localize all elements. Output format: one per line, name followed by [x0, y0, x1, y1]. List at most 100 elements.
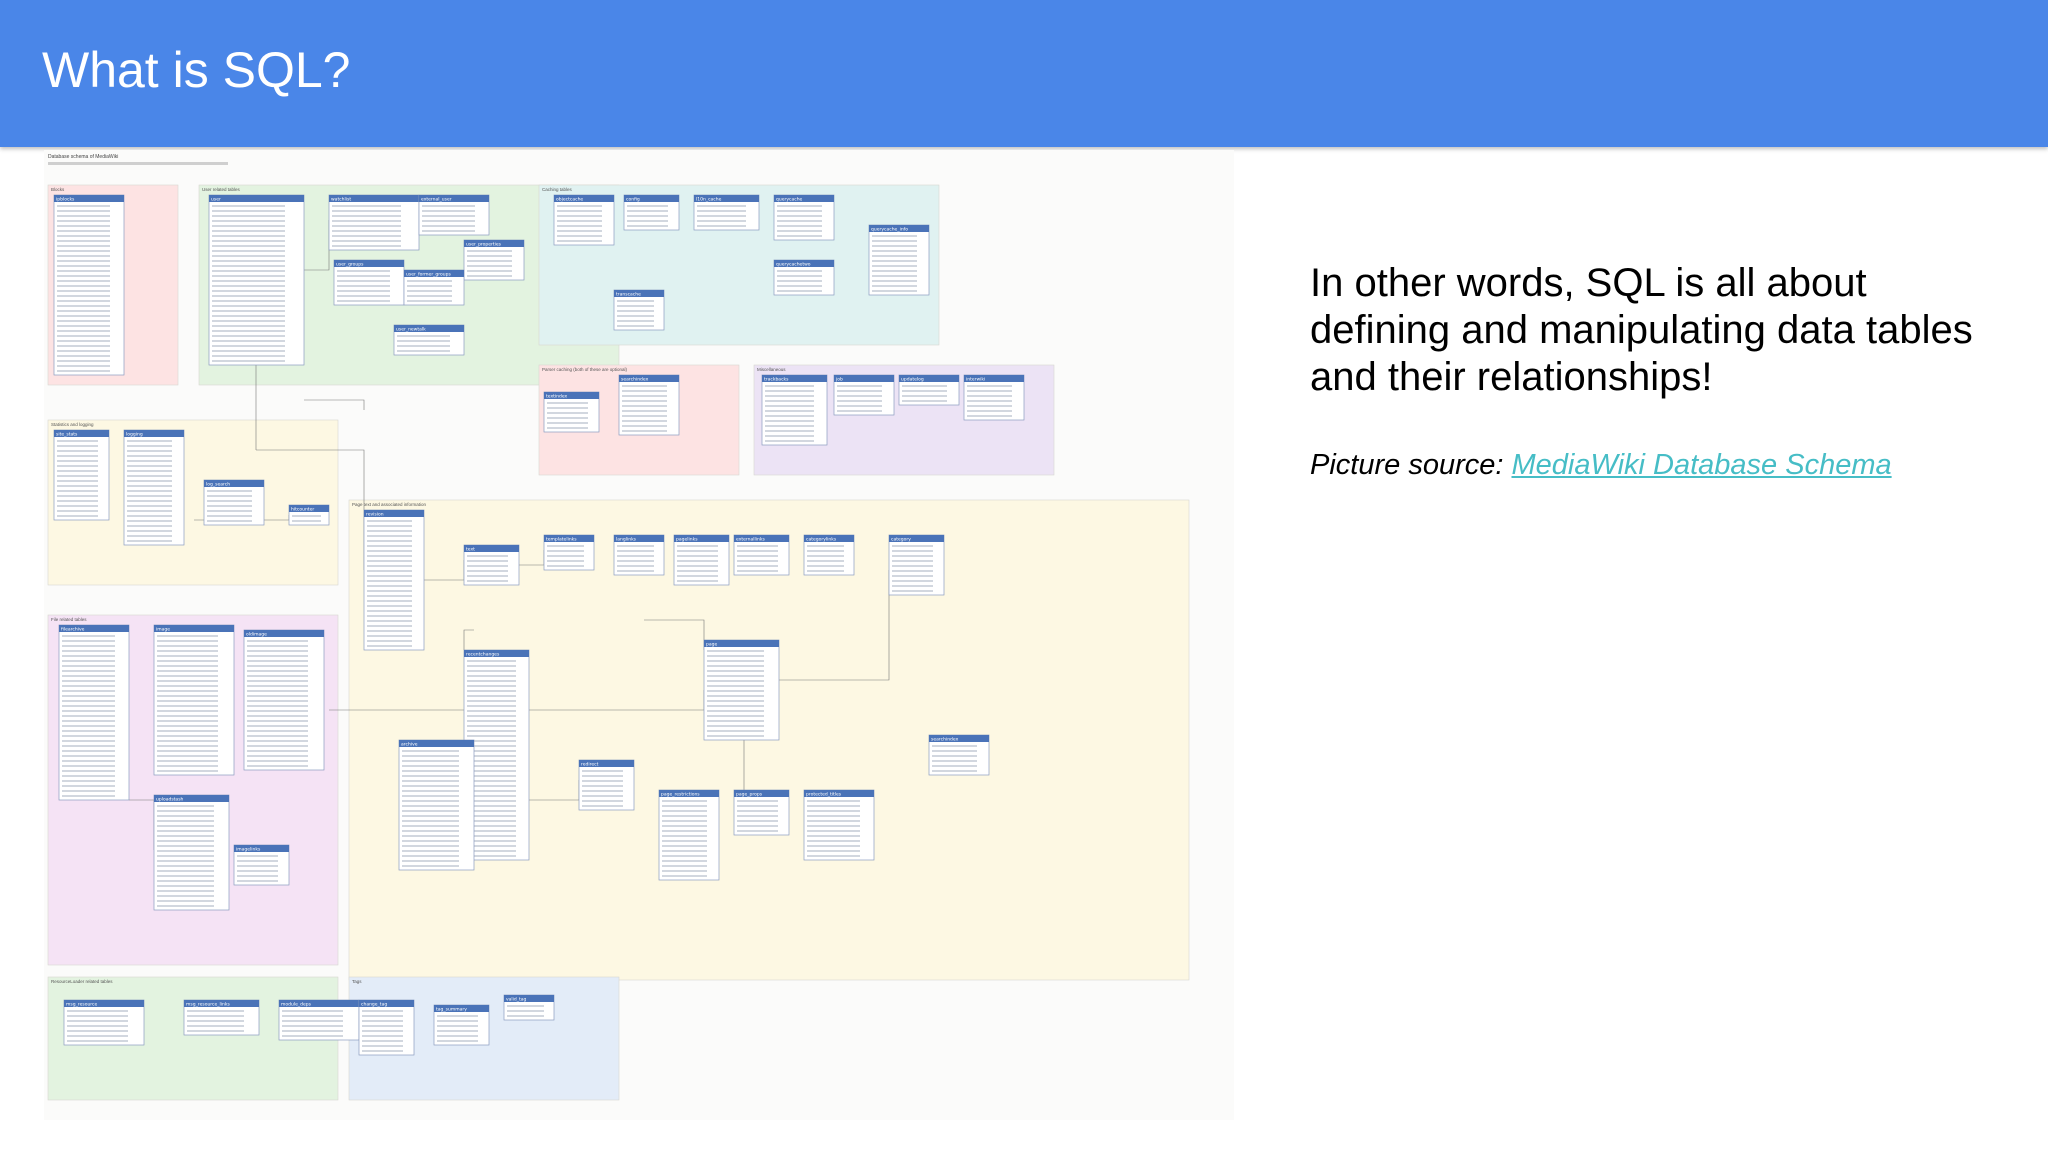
schema-table-text: text	[463, 544, 520, 586]
schema-table-categorylinks: categorylinks	[803, 534, 855, 576]
svg-text:redirect: redirect	[581, 761, 599, 767]
schema-group-label: File related tables	[51, 617, 87, 622]
svg-text:page_props: page_props	[736, 791, 763, 797]
schema-table-externallinks: externallinks	[733, 534, 790, 576]
schema-table-user-properties: user_properties	[463, 239, 525, 281]
svg-text:msg_resource_links: msg_resource_links	[186, 1001, 231, 1007]
schema-header-text: Database schema of MediaWiki	[48, 154, 118, 160]
schema-table-transcache: transcache	[613, 289, 665, 331]
schema-table-external-user: external_user	[418, 194, 490, 236]
schema-table-site-stats: site_stats	[53, 429, 110, 521]
svg-text:valid_tag: valid_tag	[506, 996, 527, 1002]
schema-table-pagelinks: pagelinks	[673, 534, 730, 586]
svg-text:revision: revision	[366, 511, 384, 517]
svg-text:tag_summary: tag_summary	[436, 1006, 467, 1012]
schema-table-valid-tag: valid_tag	[503, 994, 555, 1021]
svg-text:trackbacks: trackbacks	[764, 376, 789, 382]
schema-table-searchindex: searchindex	[618, 374, 680, 436]
schema-table-page-props: page_props	[733, 789, 790, 836]
schema-table-watchlist: watchlist	[328, 194, 420, 251]
svg-text:interwiki: interwiki	[966, 376, 985, 382]
schema-relationship-line	[304, 399, 365, 410]
schema-diagram-image: Database schema of MediaWiki Blocks User …	[44, 150, 1234, 1120]
schema-table-filearchive: filearchive	[58, 624, 130, 801]
schema-table-textindex: textindex	[543, 391, 600, 433]
svg-text:recentchanges: recentchanges	[466, 651, 500, 657]
svg-text:archive: archive	[401, 741, 418, 747]
schema-table-category: category	[888, 534, 945, 596]
svg-text:externallinks: externallinks	[736, 536, 765, 542]
svg-text:config: config	[626, 196, 640, 202]
svg-text:objectcache: objectcache	[556, 196, 583, 202]
schema-table-user-newtalk: user_newtalk	[393, 324, 465, 356]
schema-table-interwiki: interwiki	[963, 374, 1025, 421]
schema-table-archive: archive	[398, 739, 475, 871]
svg-text:user_properties: user_properties	[466, 241, 502, 247]
schema-table-searchindex: searchindex	[928, 734, 990, 776]
schema-table-updatelog: updatelog	[898, 374, 960, 406]
svg-text:msg_resource: msg_resource	[66, 1001, 98, 1007]
svg-text:text: text	[466, 546, 475, 552]
schema-table-templatelinks: templatelinks	[543, 534, 595, 571]
schema-table-objectcache: objectcache	[553, 194, 615, 246]
picture-source: Picture source: MediaWiki Database Schem…	[1310, 445, 1892, 485]
schema-table-msg-resource: msg_resource	[63, 999, 145, 1046]
schema-table-langlinks: langlinks	[613, 534, 665, 576]
schema-group-label: Page text and associated information	[352, 502, 427, 507]
schema-table-ipblocks: ipblocks	[53, 194, 125, 376]
schema-table-redirect: redirect	[578, 759, 635, 811]
slide-title: What is SQL?	[42, 42, 351, 98]
svg-text:textindex: textindex	[546, 393, 568, 399]
schema-table-log-search: log_search	[203, 479, 265, 526]
svg-text:user_newtalk: user_newtalk	[396, 326, 426, 332]
svg-text:logging: logging	[126, 431, 143, 437]
svg-text:change_tag: change_tag	[361, 1001, 387, 1007]
schema-table-logging: logging	[123, 429, 185, 546]
schema-table-querycachetwo: querycachetwo	[773, 259, 835, 296]
svg-text:watchlist: watchlist	[331, 196, 351, 202]
svg-text:templatelinks: templatelinks	[546, 536, 577, 542]
schema-table-change-tag: change_tag	[358, 999, 415, 1056]
svg-text:external_user: external_user	[421, 196, 452, 202]
schema-table-job: job	[833, 374, 895, 416]
svg-text:querycache_info: querycache_info	[871, 226, 908, 232]
source-link[interactable]: MediaWiki Database Schema	[1511, 449, 1891, 481]
svg-text:hitcounter: hitcounter	[291, 506, 314, 512]
svg-text:categorylinks: categorylinks	[806, 536, 837, 542]
svg-text:user_groups: user_groups	[336, 261, 364, 267]
schema-table-config: config	[623, 194, 680, 231]
svg-text:module_deps: module_deps	[281, 1001, 312, 1007]
schema-table-l10n-cache: l10n_cache	[693, 194, 760, 231]
schema-table-oldimage: oldimage	[243, 629, 325, 771]
svg-text:job: job	[835, 376, 843, 382]
schema-table-user-former-groups: user_former_groups	[403, 269, 465, 306]
svg-text:imagelinks: imagelinks	[236, 846, 261, 852]
schema-table-hitcounter: hitcounter	[288, 504, 330, 526]
schema-table-tag-summary: tag_summary	[433, 1004, 490, 1046]
schema-table-page-restrictions: page_restrictions	[658, 789, 720, 881]
schema-group-label: Miscellaneous	[757, 367, 786, 372]
svg-text:protected_titles: protected_titles	[806, 791, 842, 797]
schema-table-imagelinks: imagelinks	[233, 844, 290, 886]
svg-text:uploadstash: uploadstash	[156, 796, 184, 802]
svg-text:pagelinks: pagelinks	[676, 536, 698, 542]
schema-table-module-deps: module_deps	[278, 999, 360, 1041]
schema-table-trackbacks: trackbacks	[761, 374, 828, 446]
svg-text:site_stats: site_stats	[56, 431, 78, 437]
svg-text:category: category	[891, 536, 911, 542]
schema-table-page: page	[703, 639, 780, 741]
schema-table-image: image	[153, 624, 235, 776]
schema-table-querycache-info: querycache_info	[868, 224, 930, 296]
schema-table-user: user	[208, 194, 305, 366]
schema-table-protected-titles: protected_titles	[803, 789, 875, 861]
svg-text:transcache: transcache	[616, 291, 641, 297]
schema-group-label: Tags	[352, 979, 362, 984]
schema-group-label: User related tables	[202, 187, 241, 192]
schema-group-label: Caching tables	[542, 187, 573, 192]
schema-table-revision: revision	[363, 509, 425, 651]
svg-text:searchindex: searchindex	[621, 376, 649, 382]
svg-text:querycachetwo: querycachetwo	[776, 261, 811, 267]
schema-table-msg-resource-links: msg_resource_links	[183, 999, 260, 1036]
svg-text:updatelog: updatelog	[901, 376, 924, 382]
schema-group-label: Blocks	[51, 187, 65, 192]
